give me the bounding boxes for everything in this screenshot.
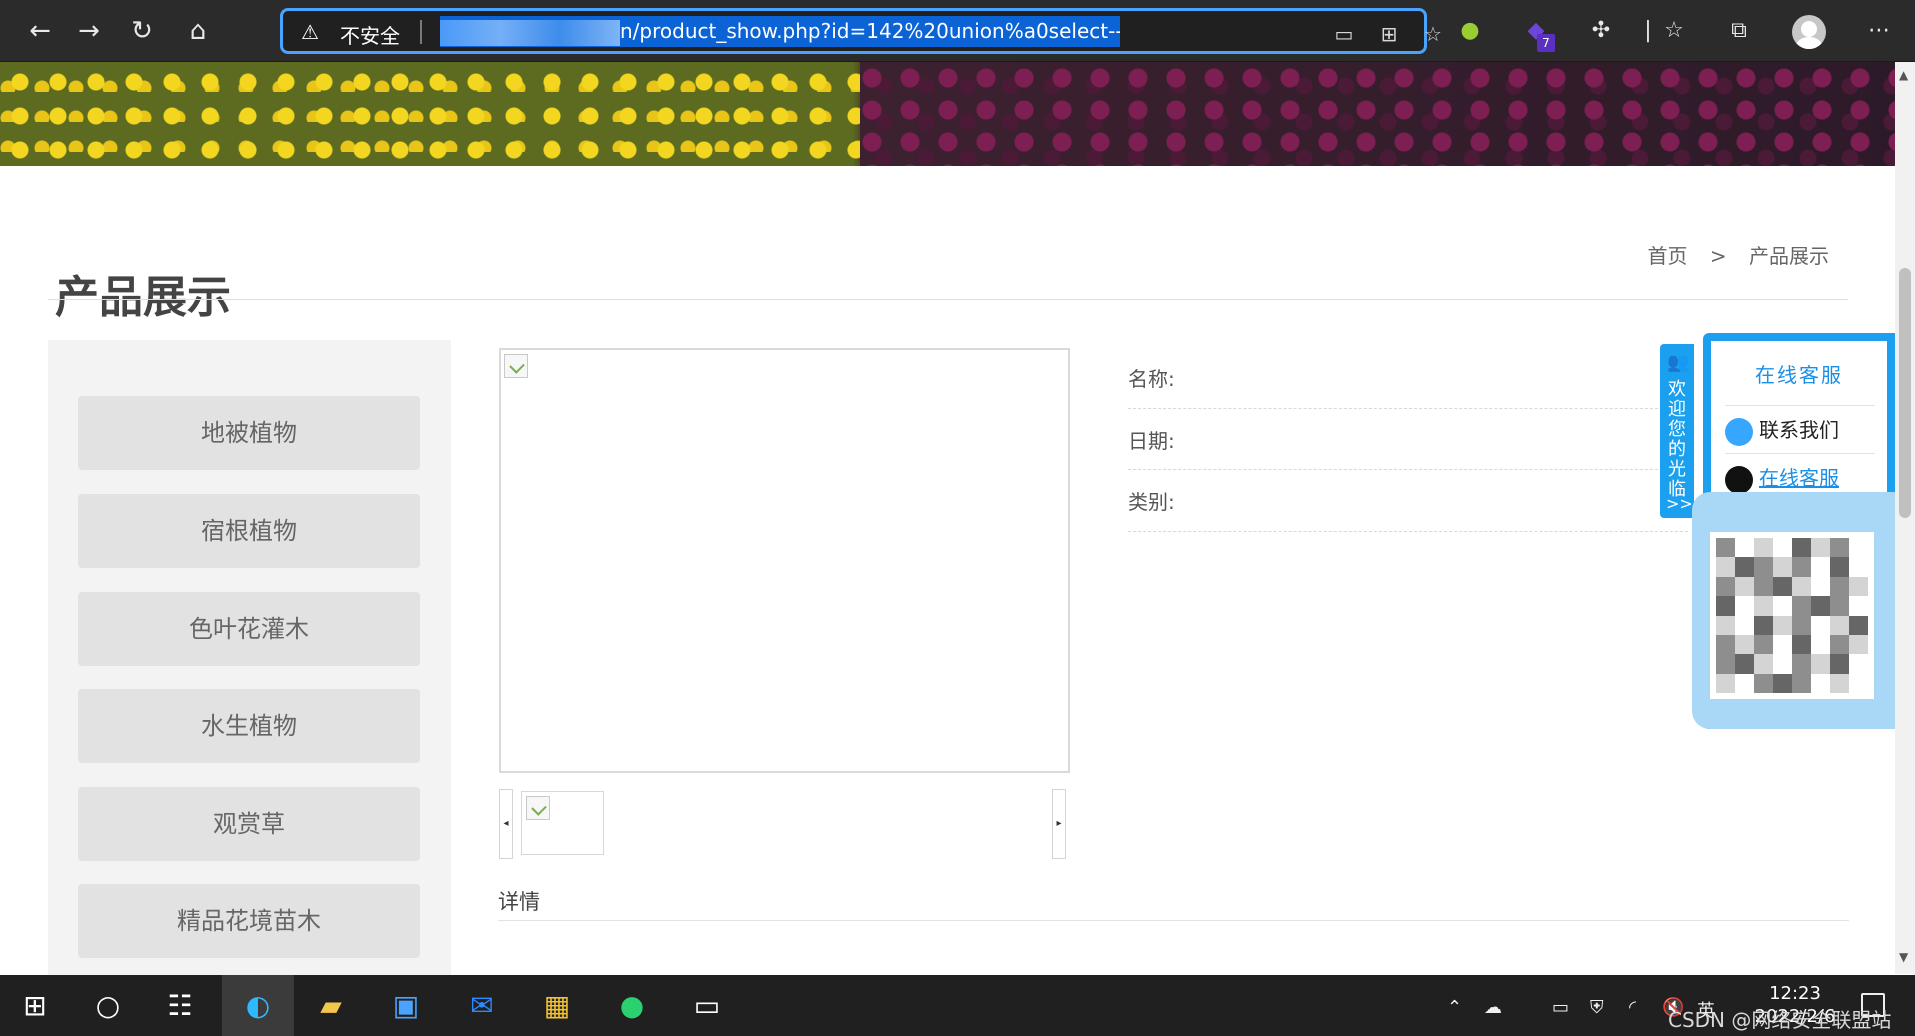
virtualbox-icon[interactable]: ▦ (527, 975, 587, 1036)
breadcrumb-separator: > (1709, 244, 1727, 268)
sidebar-item-colored-shrub[interactable]: 色叶花灌木 (78, 592, 420, 666)
contact-us-link[interactable]: 联系我们 (1725, 405, 1875, 453)
url-visible-text: n/product_show.php?id=142%20union%a0sele… (620, 19, 1120, 43)
flower-banner (0, 62, 1895, 166)
collapse-icon[interactable]: >> (1666, 494, 1693, 513)
terminal-icon[interactable]: ▭ (677, 975, 737, 1036)
add-favorite-icon[interactable]: ☆ (1419, 20, 1447, 48)
battery-icon[interactable]: ▭ (1552, 997, 1569, 1018)
qq-icon (1725, 465, 1753, 494)
chat-icon (1725, 417, 1753, 446)
more-icon[interactable]: ⋯ (1863, 15, 1895, 47)
collections-icon[interactable]: ⧉ (1723, 15, 1755, 47)
welcome-text: 欢迎您的光临 (1668, 379, 1686, 500)
cloud-icon[interactable]: ☁ (1484, 997, 1502, 1018)
tray-expand-icon[interactable]: ⌃ (1447, 997, 1462, 1018)
sidebar-item-ornamental-grass[interactable]: 观赏草 (78, 787, 420, 861)
home-icon[interactable]: ⌂ (180, 13, 216, 49)
product-name-divider (1128, 408, 1688, 409)
details-divider (498, 920, 1849, 921)
redacted-domain (440, 19, 620, 46)
qr-code-icon (1710, 532, 1874, 699)
file-explorer-icon[interactable]: ▰ (301, 975, 361, 1036)
browser-toolbar: ← → ↻ ⌂ ⚠ 不安全 n/product_show.php?id=142%… (0, 0, 1915, 62)
product-image-frame (499, 348, 1070, 773)
windows-start-icon[interactable]: ⊞ (5, 975, 65, 1036)
store-icon[interactable]: ▣ (376, 975, 436, 1036)
product-name-label: 名称: (1128, 367, 1175, 391)
extensions-icon[interactable]: ✣ (1585, 15, 1617, 47)
task-view-icon[interactable]: ☷ (150, 975, 210, 1036)
warning-icon: ⚠ (301, 20, 319, 44)
scroll-up-icon[interactable]: ▲ (1899, 68, 1908, 82)
product-date-divider (1128, 469, 1688, 470)
search-icon[interactable]: ○ (78, 975, 138, 1036)
title-divider (48, 299, 1848, 300)
breadcrumb-home[interactable]: 首页 (1648, 244, 1688, 268)
scroll-down-icon[interactable]: ▼ (1899, 950, 1908, 964)
product-date-label: 日期: (1128, 429, 1175, 453)
breadcrumb: 首页 > 产品展示 (1640, 240, 1837, 269)
sidebar-item-ground-cover[interactable]: 地被植物 (78, 396, 420, 470)
wechat-icon[interactable]: ● (602, 975, 662, 1036)
shield-icon[interactable]: ⛨ (1590, 997, 1604, 1018)
contact-us-label: 联系我们 (1759, 418, 1839, 442)
refresh-icon[interactable]: ↻ (124, 13, 160, 49)
security-label: 不安全 (340, 24, 400, 48)
details-title: 详情 (498, 890, 540, 914)
broken-image-icon (504, 354, 528, 378)
thumbnail-next-icon[interactable]: ▸ (1052, 789, 1066, 859)
breadcrumb-current: 产品展示 (1749, 244, 1829, 268)
watermark: CSDN @网络安全联盟站 (1668, 1008, 1892, 1032)
edge-icon[interactable]: ◐ (222, 975, 294, 1036)
arrow-left-icon[interactable]: ← (22, 13, 58, 49)
favorites-icon[interactable]: ☆ (1658, 15, 1690, 47)
sidebar-item-featured-seedlings[interactable]: 精品花境苗木 (78, 884, 420, 958)
panel-header: 在线客服 (1755, 363, 1843, 387)
qr-code-card (1692, 492, 1895, 729)
page-title: 产品展示 (55, 272, 231, 324)
page-scrollbar[interactable]: ▲ ▼ (1895, 62, 1915, 974)
address-separator (420, 20, 422, 44)
category-sidebar: 地被植物 宿根植物 色叶花灌木 水生植物 观赏草 精品花境苗木 (48, 340, 451, 976)
address-bar[interactable]: ⚠ 不安全 n/product_show.php?id=142%20union%… (280, 8, 1442, 54)
apps-icon[interactable]: ⊞ (1375, 20, 1403, 48)
arrow-right-icon[interactable]: → (71, 13, 107, 49)
product-thumbnail[interactable] (521, 791, 604, 855)
profile-avatar[interactable] (1792, 15, 1826, 49)
welcome-side-tab[interactable]: 👥 欢迎您的光临 >> (1660, 344, 1694, 518)
sidebar-item-perennial[interactable]: 宿根植物 (78, 494, 420, 568)
scroll-thumb[interactable] (1899, 268, 1911, 518)
extension-badge: 7 (1537, 34, 1555, 52)
thumbnail-prev-icon[interactable]: ◂ (499, 789, 513, 859)
users-icon: 👥 (1667, 352, 1690, 373)
broken-image-icon (526, 796, 550, 820)
green-extension-icon[interactable]: ● (1454, 15, 1486, 47)
url-text[interactable]: n/product_show.php?id=142%20union%a0sele… (440, 16, 1120, 47)
online-service-label: 在线客服 (1759, 466, 1839, 490)
mail-icon[interactable]: ✉ (452, 975, 512, 1036)
clock-time[interactable]: 12:23 (1760, 983, 1830, 1004)
network-icon[interactable]: ◜ (1629, 997, 1636, 1018)
product-category-divider (1128, 531, 1688, 532)
sidebar-item-aquatic[interactable]: 水生植物 (78, 689, 420, 763)
product-category-label: 类别: (1128, 490, 1175, 514)
device-icon[interactable]: ▭ (1330, 20, 1358, 48)
windows-taskbar: ⊞ ○ ☷ ◐ ▰ ▣ ✉ ▦ ● ▭ ⌃ ☁ ▭ ⛨ ◜ 🔇 英 12:23 … (0, 975, 1915, 1036)
